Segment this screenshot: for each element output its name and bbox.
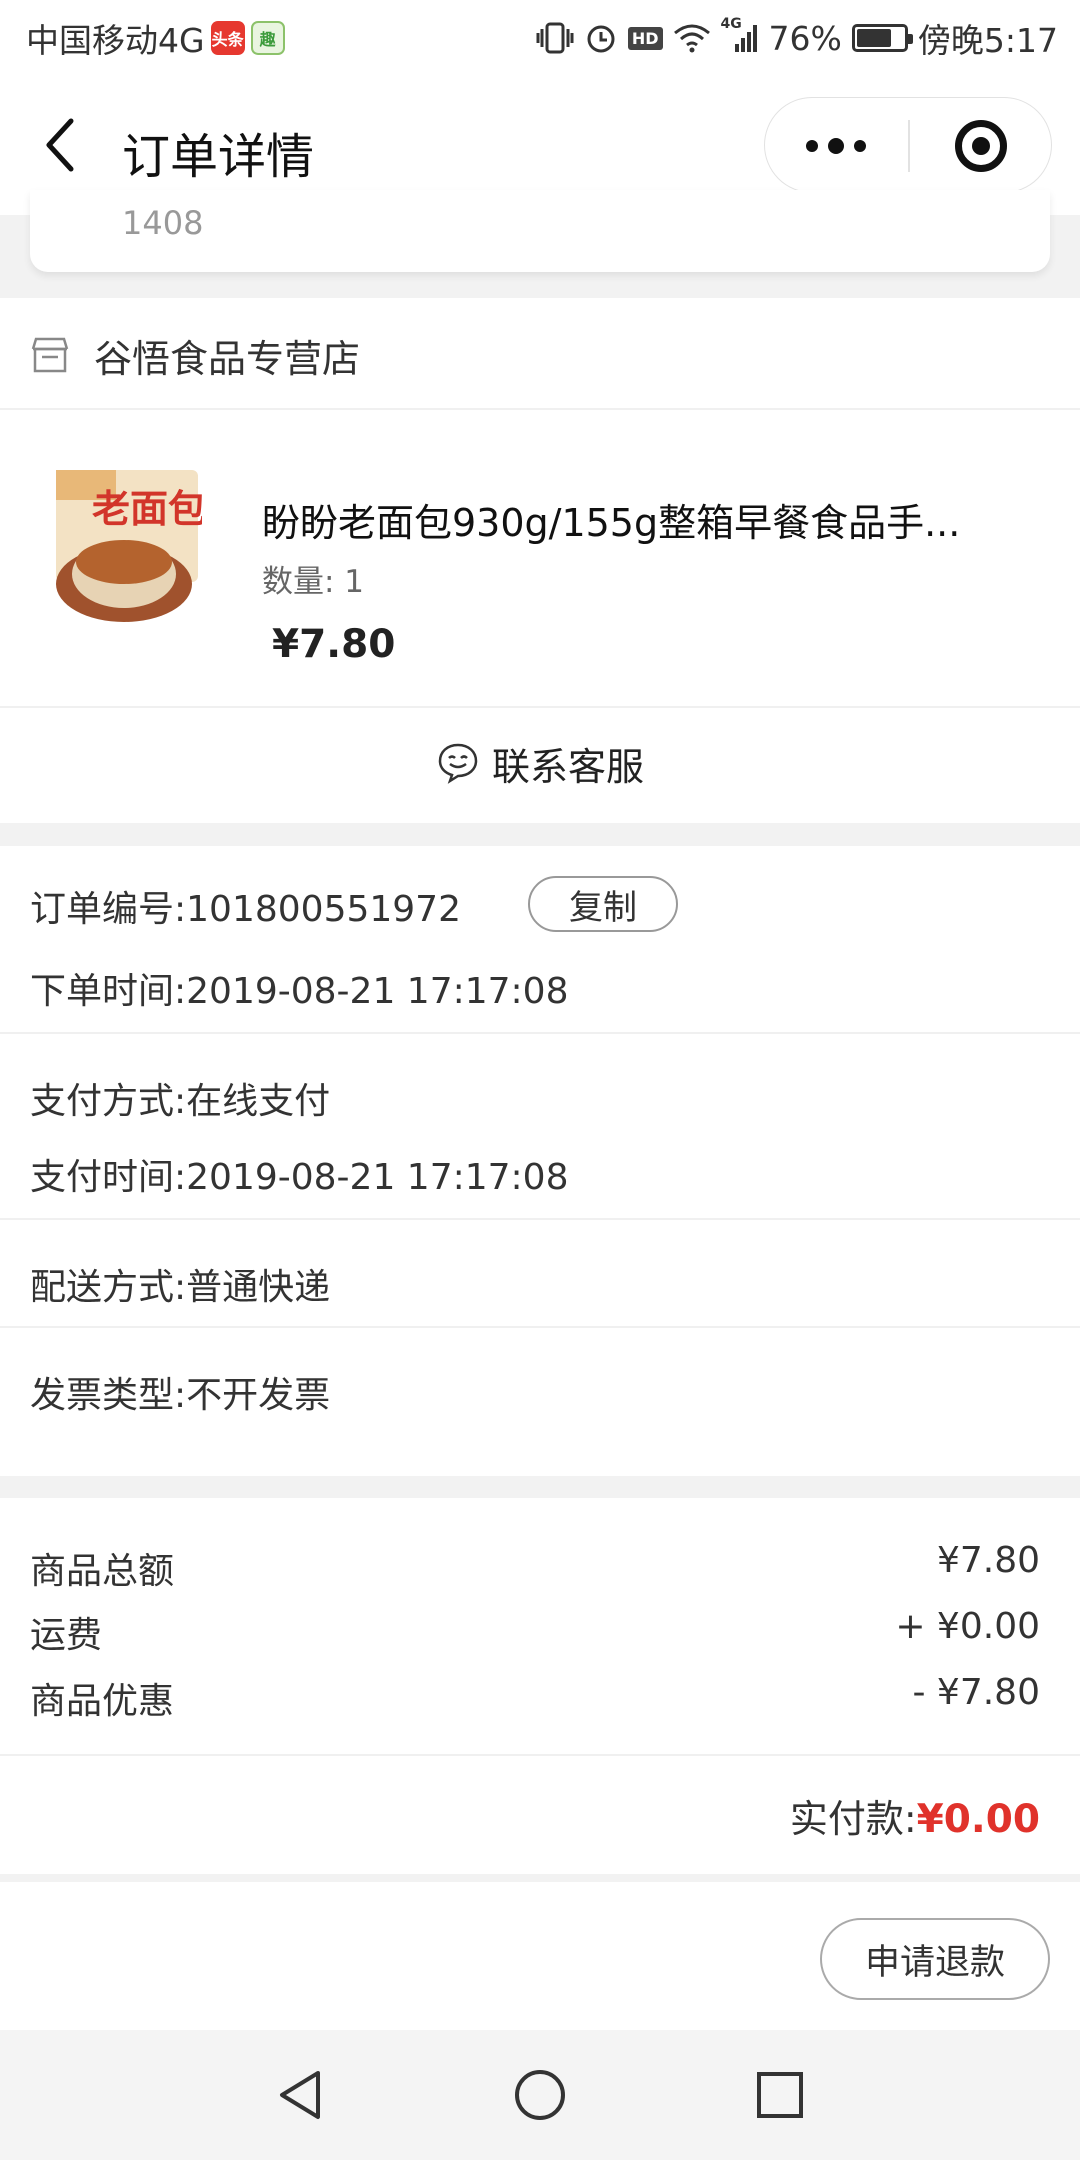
order-time-value: 2019-08-21 17:17:08 <box>186 971 569 1012</box>
divider <box>0 1326 1080 1328</box>
square-recents-icon <box>757 2072 803 2118</box>
paid-amount-label: 实付款: <box>789 1797 917 1841</box>
discount-value: - ¥7.80 <box>912 1672 1041 1713</box>
qu-app-icon: 趣 <box>250 21 285 55</box>
back-button[interactable] <box>30 105 90 185</box>
battery-fill <box>856 29 891 47</box>
shipping-label: 运费 <box>30 1615 103 1656</box>
payment-time-row: 支付时间:2019-08-21 17:17:08 <box>30 1148 568 1200</box>
toutiao-app-icon: 头条 <box>210 21 245 55</box>
clock: 傍晚5:17 <box>917 21 1058 60</box>
product-quantity: 数量: 1 <box>262 564 365 600</box>
delivery-method-row: 配送方式:普通快递 <box>30 1258 330 1310</box>
address-partial-text: 1408 <box>122 204 204 242</box>
divider <box>0 1218 1080 1220</box>
payment-method-label: 支付方式: <box>30 1081 187 1122</box>
target-icon <box>955 120 1007 172</box>
order-time-row: 下单时间:2019-08-21 17:17:08 <box>30 962 568 1014</box>
contact-service-label: 联系客服 <box>491 744 644 789</box>
order-time-label: 下单时间: <box>30 971 187 1012</box>
payment-method-value: 在线支付 <box>186 1081 331 1122</box>
paid-amount-row: 实付款: ¥0.00 <box>790 1788 1040 1843</box>
system-back-button[interactable] <box>240 2030 360 2160</box>
goods-total-label: 商品总额 <box>30 1551 175 1592</box>
payment-method-row: 支付方式:在线支付 <box>30 1072 330 1124</box>
circle-home-icon <box>515 2070 565 2120</box>
page-title: 订单详情 <box>122 129 315 185</box>
signal-icon: 4G <box>721 16 759 54</box>
capsule-divider <box>908 120 910 172</box>
back-arrow-icon <box>46 118 74 172</box>
carrier-label: 中国移动4G <box>26 21 205 60</box>
invoice-type-label: 发票类型: <box>30 1375 187 1416</box>
discount-label: 商品优惠 <box>30 1681 175 1722</box>
order-number-row: 订单编号:101800551972 <box>30 880 461 932</box>
product-title[interactable]: 盼盼老面包930g/155g整箱早餐食品手... <box>262 492 1022 547</box>
product-price: ¥7.80 <box>272 622 396 667</box>
more-dot-icon <box>806 140 818 152</box>
order-number-value: 101800551972 <box>186 889 461 930</box>
store-name[interactable]: 谷悟食品专营店 <box>94 328 360 383</box>
service-chat-icon <box>438 743 478 784</box>
divider <box>0 1032 1080 1034</box>
system-nav-bar <box>0 2030 1080 2160</box>
contact-service-button[interactable]: 联系客服 <box>0 708 1080 818</box>
battery-icon <box>851 24 913 52</box>
more-dot-icon <box>854 140 866 152</box>
store-icon <box>30 335 70 375</box>
wifi-icon <box>673 23 711 53</box>
address-card: 1408 <box>30 190 1050 272</box>
divider <box>0 1754 1080 1756</box>
delivery-method-label: 配送方式: <box>30 1267 187 1308</box>
status-left: 中国移动4G 头条 趣 <box>26 14 285 62</box>
copy-order-number-button[interactable]: 复制 <box>528 876 678 932</box>
divider <box>0 408 1080 410</box>
close-miniprogram-button[interactable] <box>911 98 1051 194</box>
goods-total-value: ¥7.80 <box>936 1540 1040 1581</box>
miniprogram-capsule <box>764 97 1052 193</box>
delivery-method-value: 普通快递 <box>186 1267 331 1308</box>
more-button[interactable] <box>765 98 907 194</box>
product-image[interactable]: 老面包 <box>52 466 206 626</box>
alarm-icon <box>584 21 618 55</box>
network-type-label: 4G <box>720 16 742 32</box>
more-dot-icon <box>828 138 844 154</box>
hd-icon: HD <box>627 26 663 50</box>
triangle-back-icon <box>280 2071 320 2119</box>
system-home-button[interactable] <box>480 2030 600 2160</box>
payment-time-label: 支付时间: <box>30 1157 187 1198</box>
paid-amount-value: ¥0.00 <box>916 1797 1040 1842</box>
status-right: HD 4G 76% 傍晚5:17 <box>536 14 1058 62</box>
order-number-label: 订单编号: <box>30 889 187 930</box>
invoice-type-row: 发票类型:不开发票 <box>30 1366 330 1418</box>
battery-percent: 76% <box>768 18 842 58</box>
refund-button[interactable]: 申请退款 <box>820 1918 1050 2000</box>
system-recents-button[interactable] <box>720 2030 840 2160</box>
svg-text:老面包: 老面包 <box>92 487 202 531</box>
status-bar: 中国移动4G 头条 趣 HD 4G 76% 傍晚5:17 <box>0 0 1080 75</box>
shipping-value: + ¥0.00 <box>895 1606 1040 1647</box>
payment-time-value: 2019-08-21 17:17:08 <box>186 1157 569 1198</box>
invoice-type-value: 不开发票 <box>186 1375 331 1416</box>
vibrate-icon <box>536 21 574 55</box>
